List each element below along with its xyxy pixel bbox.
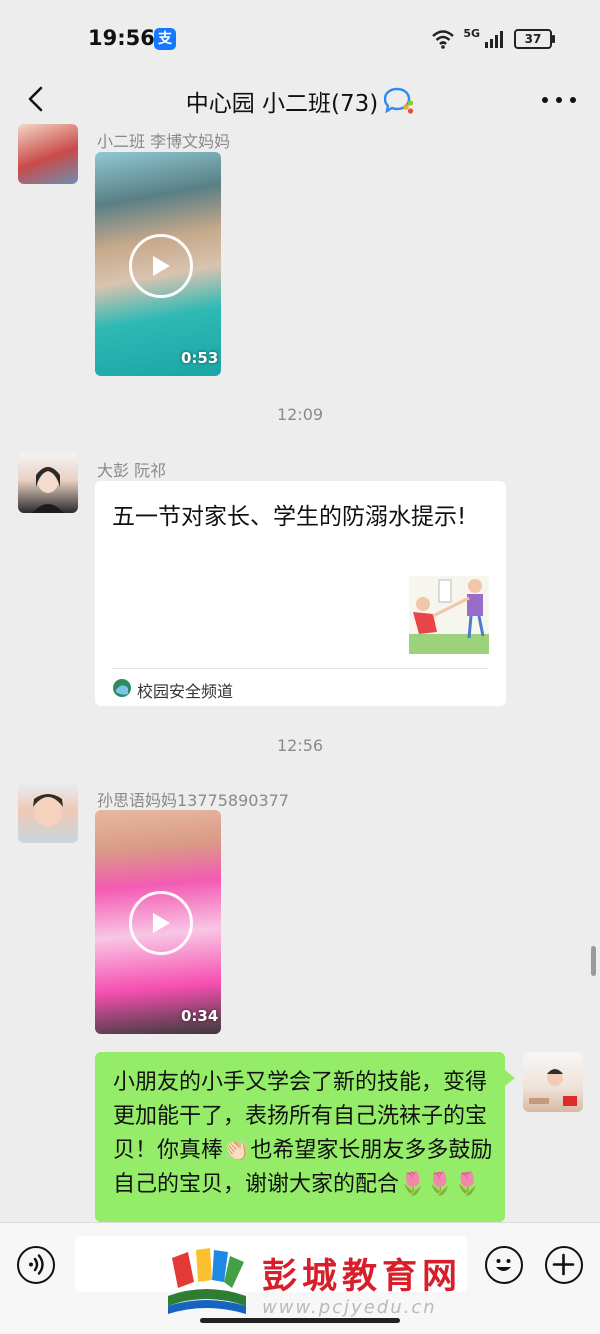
add-button[interactable] bbox=[545, 1246, 583, 1284]
battery-icon: 37 bbox=[514, 29, 555, 49]
sender-name: 小二班 李博文妈妈 bbox=[97, 132, 231, 151]
divider bbox=[112, 668, 488, 669]
watermark-url: www.pcjyedu.cn bbox=[262, 1297, 437, 1318]
sender-avatar[interactable] bbox=[18, 453, 78, 513]
plus-icon bbox=[552, 1253, 575, 1276]
enterprise-chat-icon bbox=[384, 87, 414, 114]
voice-button[interactable] bbox=[17, 1246, 55, 1284]
my-avatar[interactable] bbox=[523, 1052, 583, 1112]
video-duration: 0:53 bbox=[181, 349, 219, 367]
channel-icon bbox=[113, 679, 131, 697]
wifi-icon bbox=[432, 30, 455, 49]
video-duration: 0:34 bbox=[181, 1007, 219, 1025]
sender-avatar[interactable] bbox=[18, 783, 78, 843]
signal-icon bbox=[485, 31, 503, 48]
timestamp: 12:09 bbox=[276, 405, 324, 424]
link-card-thumbnail bbox=[409, 576, 489, 654]
chat-header: 中心园 小二班(73) bbox=[0, 84, 600, 118]
voice-icon bbox=[29, 1254, 44, 1275]
watermark-name: 彭城教育网 bbox=[262, 1257, 463, 1297]
more-icon[interactable] bbox=[541, 96, 577, 104]
sender-name: 孙思语妈妈13775890377 bbox=[97, 791, 289, 810]
emoji-icon bbox=[496, 1259, 511, 1271]
emoji-button[interactable] bbox=[485, 1246, 523, 1284]
timestamp: 12:56 bbox=[276, 736, 324, 755]
sender-avatar[interactable] bbox=[18, 124, 78, 184]
scrollbar[interactable] bbox=[591, 946, 596, 976]
link-card-title: 五一节对家长、学生的防溺水提示! bbox=[112, 504, 467, 530]
watermark-logo bbox=[166, 1248, 248, 1320]
status-icons: 5G 37 bbox=[431, 26, 555, 52]
my-message-text: 小朋友的小手又学会了新的技能，变得更加能干了，表扬所有自己洗袜子的宝贝！你真棒👏… bbox=[113, 1070, 493, 1197]
chat-title[interactable]: 中心园 小二班(73) bbox=[186, 84, 379, 118]
network-label: 5G bbox=[463, 26, 480, 40]
play-icon[interactable] bbox=[129, 234, 193, 298]
status-time: 19:56 bbox=[88, 26, 155, 50]
sender-name: 大彭 阮祁 bbox=[97, 461, 167, 480]
home-indicator[interactable] bbox=[200, 1318, 400, 1323]
play-icon[interactable] bbox=[129, 891, 193, 955]
alipay-icon: 支 bbox=[154, 28, 176, 50]
link-card-source: 校园安全频道 bbox=[137, 682, 234, 701]
bubble-tail bbox=[505, 1070, 515, 1086]
